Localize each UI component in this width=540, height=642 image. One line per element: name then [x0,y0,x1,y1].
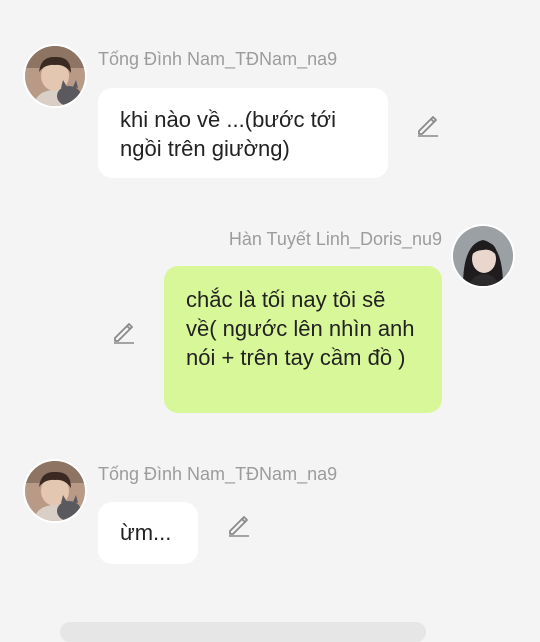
edit-button[interactable] [112,320,136,344]
message-bubble[interactable]: ừm... [98,502,198,564]
sender-avatar[interactable] [23,459,87,523]
sender-name: Tống Đình Nam_TĐNam_na9 [98,49,338,69]
edit-button[interactable] [227,513,251,537]
message-text: khi nào về ...(bước tới ngồi trên giường… [120,107,336,161]
message-text: ừm... [120,520,172,545]
avatar-young-woman-icon [453,226,513,286]
message-text: chắc là tối nay tôi sẽ về( ngước lên nhì… [186,287,415,370]
message-bubble[interactable]: chắc là tối nay tôi sẽ về( ngước lên nhì… [164,266,442,413]
message-input-bar[interactable] [60,622,426,642]
avatar-young-man-with-cat-icon [25,461,85,521]
message-bubble[interactable]: khi nào về ...(bước tới ngồi trên giường… [98,88,388,178]
pencil-edit-icon [418,116,438,137]
sender-avatar[interactable] [451,224,515,288]
edit-button[interactable] [416,113,440,137]
sender-name: Tống Đình Nam_TĐNam_na9 [98,464,338,484]
pencil-edit-icon [229,516,249,537]
sender-avatar[interactable] [23,44,87,108]
avatar-young-man-with-cat-icon [25,46,85,106]
pencil-edit-icon [114,323,134,344]
sender-name: Hàn Tuyết Linh_Doris_nu9 [228,229,442,249]
